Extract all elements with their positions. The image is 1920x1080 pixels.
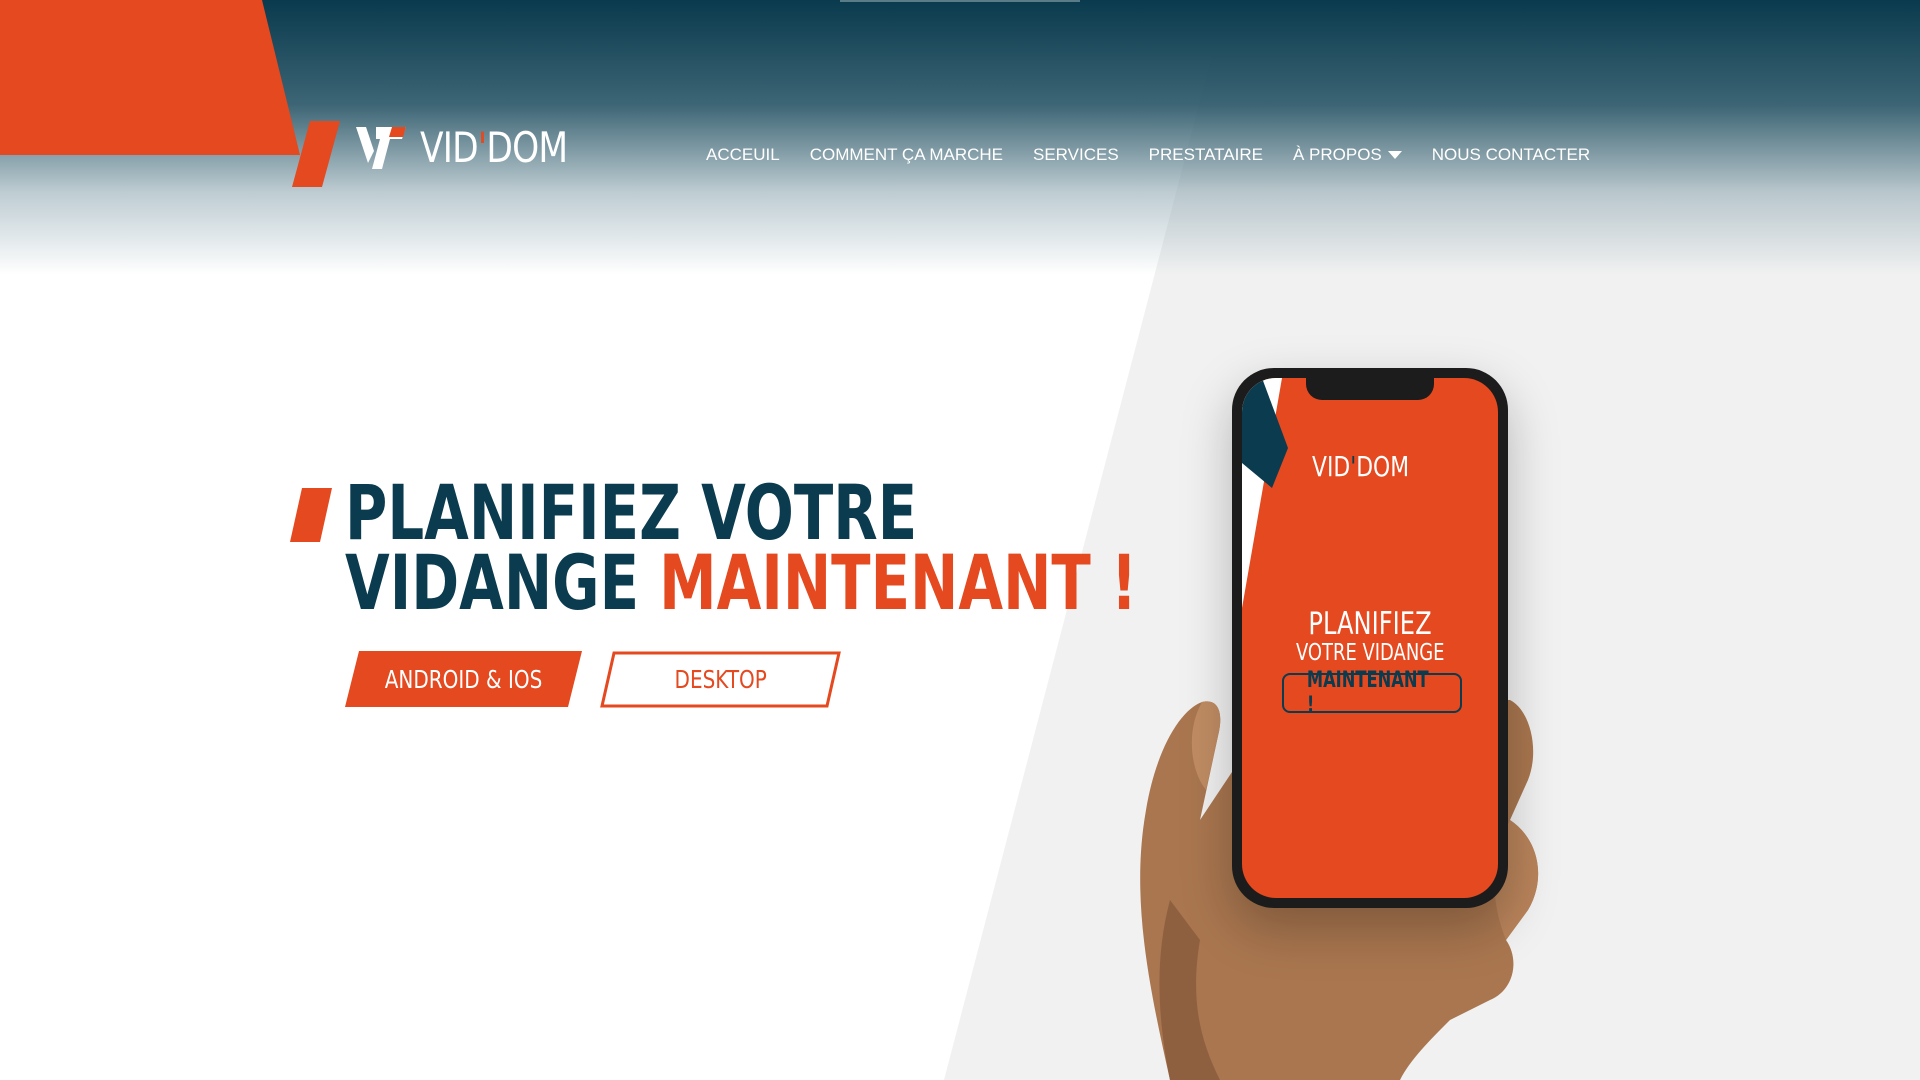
nav-label: COMMENT ÇA MARCHE: [809, 145, 1003, 164]
nav-item-comment-ca-marche[interactable]: COMMENT ÇA MARCHE: [810, 145, 1003, 165]
phone-screen: VID'DOM PLANIFIEZ VOTRE VIDANGE MAINTENA…: [1242, 378, 1498, 898]
nav-item-nous-contacter[interactable]: NOUS CONTACTER: [1432, 145, 1590, 165]
phone-mockup: VID'DOM PLANIFIEZ VOTRE VIDANGE MAINTENA…: [1232, 368, 1508, 908]
screen-cta-button: MAINTENANT !: [1282, 668, 1462, 718]
logo-mark-icon: [356, 127, 406, 169]
nav-label: À PROPOS: [1292, 145, 1382, 164]
nav-label: NOUS CONTACTER: [1431, 145, 1591, 164]
hero-title-highlight: MAINTENANT !: [659, 538, 1138, 627]
caret-down-icon: [1387, 151, 1402, 159]
nav-label: ACCEUIL: [706, 145, 780, 164]
orange-corner-shape: [0, 0, 300, 155]
top-indicator: [840, 0, 1080, 2]
hero-title: PLANIFIEZ VOTRE VIDANGE MAINTENANT !: [345, 475, 1137, 621]
logo[interactable]: VID'DOM: [292, 121, 600, 173]
main-nav: ACCEUIL COMMENT ÇA MARCHE SERVICES PREST…: [706, 145, 1620, 165]
android-ios-button-label: ANDROID & IOS: [384, 664, 543, 694]
nav-item-prestataire[interactable]: PRESTATAIRE: [1149, 145, 1263, 165]
logo-text: VID'DOM: [420, 122, 568, 172]
phone-notch: [1306, 378, 1434, 400]
desktop-button[interactable]: DESKTOP: [600, 651, 841, 707]
nav-item-a-propos[interactable]: À PROPOS: [1293, 145, 1402, 165]
nav-item-acceuil[interactable]: ACCEUIL: [706, 145, 780, 165]
desktop-button-label: DESKTOP: [674, 664, 767, 694]
nav-label: PRESTATAIRE: [1148, 145, 1263, 164]
screen-logo: VID'DOM: [1312, 450, 1410, 483]
hero-title-dark: VIDANGE: [345, 538, 660, 627]
screen-subtitle: VOTRE VIDANGE: [1295, 640, 1445, 666]
android-ios-button[interactable]: ANDROID & IOS: [345, 651, 582, 707]
screen-title: PLANIFIEZ: [1308, 606, 1432, 642]
nav-label: SERVICES: [1033, 145, 1119, 164]
nav-item-services[interactable]: SERVICES: [1033, 145, 1119, 165]
hero-title-line-2: VIDANGE MAINTENANT !: [345, 545, 1137, 621]
